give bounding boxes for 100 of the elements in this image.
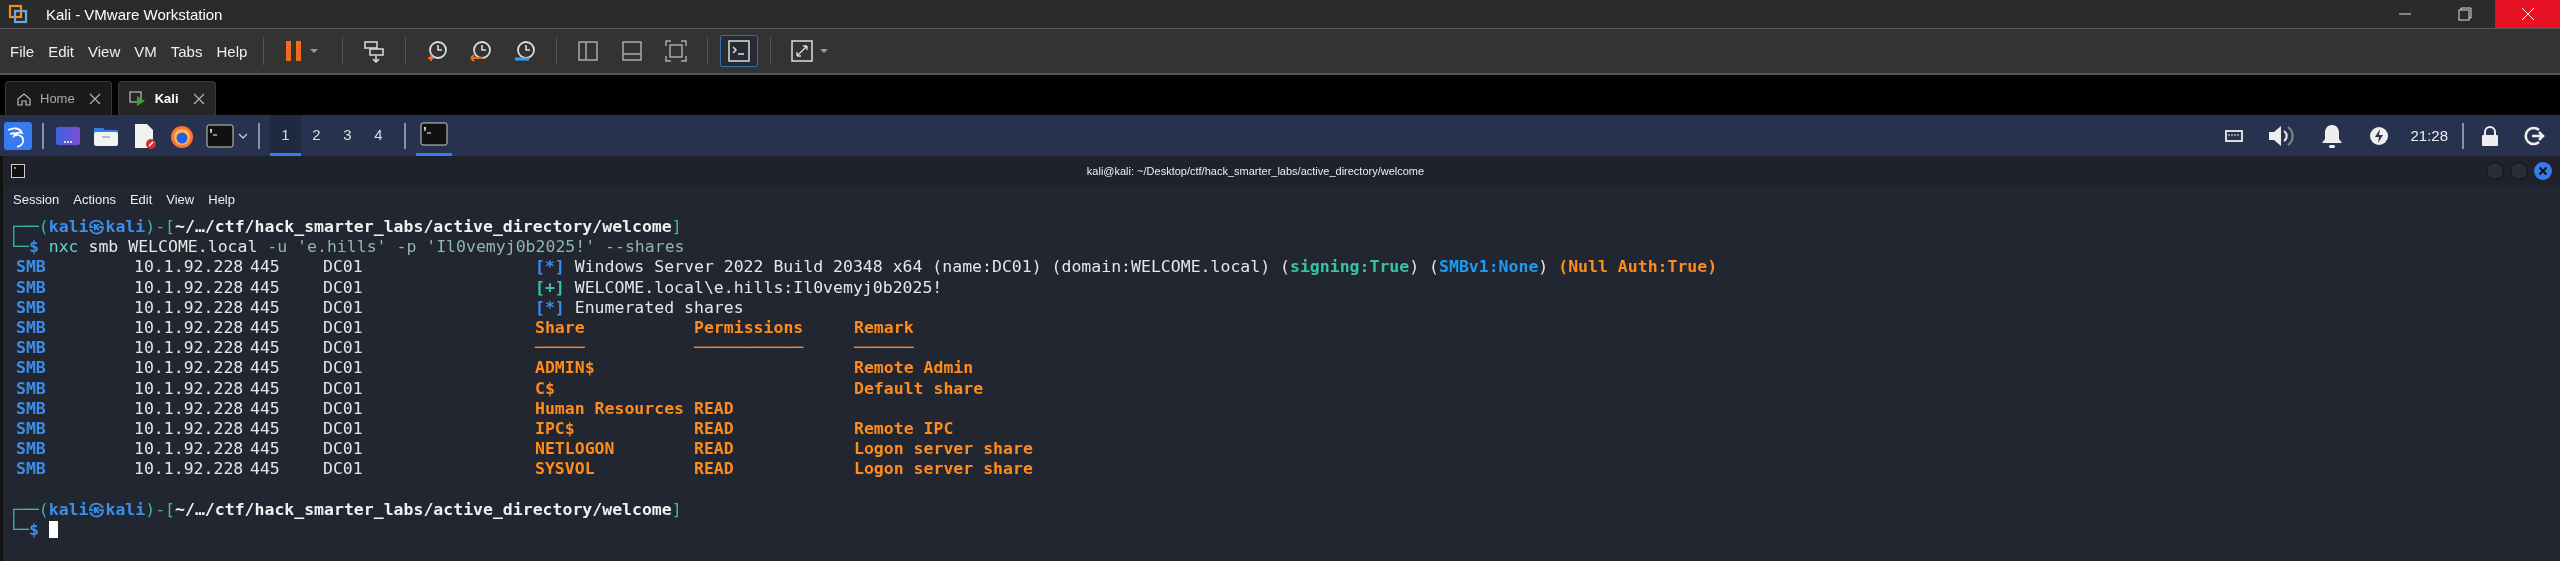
command-line: └─$ nxc smb WELCOME.local -u 'e.hills' -p 'Il0vemyj0b2025!' --shares — [9, 237, 686, 258]
port-cell-text: 445 — [250, 297, 281, 318]
host-cell-text: DC01 — [323, 358, 364, 379]
terminal-icon — [11, 164, 25, 178]
clock-arrow-icon — [469, 39, 494, 63]
ip-cell-text: 10.1.92.228 — [134, 297, 245, 318]
protocol-cell-text: SMB — [16, 439, 47, 460]
share-table-cell-text: IPC$ — [535, 418, 576, 440]
share-table-cell-text: READ — [694, 418, 735, 440]
share-table-cell-text: Remote Admin — [854, 358, 975, 379]
ip-cell-text: 10.1.92.228 — [134, 277, 245, 298]
tab[interactable]: Home — [5, 81, 112, 115]
share-table-cell-text: READ — [694, 398, 735, 419]
terminal-icon — [206, 123, 234, 148]
terminal-window-title: kali@kali: ~/Desktop/ctf/hack_smarter_labs/active_directory/welcome — [1085, 165, 1426, 177]
ip-cell-text: 10.1.92.228 — [134, 459, 245, 480]
status-message: [*] Windows Server 2022 Build 20348 x64 (name:DC01) (domain:WELCOME.local) (signing:True) (SMBv1:None) (Null Auth:True) — [535, 257, 1719, 278]
terminal-launcher[interactable] — [206, 123, 248, 148]
protocol-cell-text: SMB — [16, 378, 47, 399]
share-table-cell-text: READ — [694, 459, 735, 480]
fullscreen-icon — [664, 39, 689, 63]
ip-cell-text: 10.1.92.228 — [134, 257, 245, 278]
workspace-button[interactable]: 1 — [270, 115, 301, 156]
port-cell-text: 445 — [250, 338, 281, 359]
menu-item[interactable]: File — [6, 42, 39, 60]
share-table-cell-text: ADMIN$ — [535, 358, 596, 379]
menu-item[interactable]: Edit — [129, 191, 153, 207]
ip-cell-text: 10.1.92.228 — [134, 378, 245, 399]
host-cell-text: DC01 — [323, 439, 364, 460]
ip-cell-text: 10.1.92.228 — [134, 358, 245, 379]
ip-cell-text: 10.1.92.228 — [134, 418, 245, 440]
share-table-cell-text: READ — [694, 439, 735, 460]
port-cell-text: 445 — [250, 257, 281, 278]
dragon-logo-icon[interactable] — [4, 121, 32, 150]
protocol-cell-text: SMB — [16, 338, 47, 359]
protocol-cell-text: SMB — [16, 358, 47, 379]
prompt-symbol: └─$ — [9, 519, 39, 539]
host-cell-text: DC01 — [323, 459, 364, 480]
ip-cell-text: 10.1.92.228 — [134, 338, 245, 359]
share-table-cell-text: C$ — [535, 378, 556, 399]
menu-item[interactable]: View — [166, 191, 195, 207]
share-table-cell-text: ────── — [854, 338, 915, 359]
workspace-button[interactable]: 4 — [363, 115, 394, 156]
port-cell-text: 445 — [250, 398, 281, 419]
share-table-cell-text: NETLOGON — [535, 439, 616, 460]
menu-item[interactable]: Actions — [73, 191, 116, 207]
sidebar-layout-icon — [576, 39, 601, 63]
protocol-cell-text: SMB — [16, 297, 47, 318]
close-icon[interactable] — [192, 92, 205, 105]
app-logo-icon — [8, 4, 28, 24]
protocol-cell-text: SMB — [16, 277, 47, 298]
bottom-panel-layout-icon — [620, 39, 645, 63]
share-table-cell-text: Share — [535, 317, 586, 339]
toolbar-button[interactable] — [720, 35, 759, 67]
share-table-cell-text: Human Resources — [535, 398, 685, 419]
port-cell-text: 445 — [250, 378, 281, 399]
ip-cell-text: 10.1.92.228 — [134, 439, 245, 460]
text-cursor — [48, 520, 58, 538]
host-cell-text: DC01 — [323, 338, 364, 359]
power-icon[interactable] — [2368, 124, 2391, 147]
host-cell-text: DC01 — [323, 277, 364, 298]
port-cell-text: 445 — [250, 418, 281, 440]
close-icon[interactable] — [2534, 162, 2552, 180]
prompt-line: ┌──(kali㉿kali)-[~/…/ctf/hack_smarter_labs/active_directory/welcome] — [9, 499, 683, 520]
share-table-cell-text: ─────────── — [694, 338, 805, 359]
port-cell-text: 445 — [250, 459, 281, 480]
menu-item[interactable]: Help — [212, 42, 252, 60]
share-table-cell-text: Remark — [854, 317, 915, 339]
protocol-cell-text: SMB — [16, 459, 47, 480]
menu-item[interactable]: Help — [208, 191, 235, 207]
share-table-cell-text: Permissions — [694, 317, 805, 339]
menu-item[interactable]: VM — [130, 42, 161, 60]
window-title: Kali - VMware Workstation — [46, 5, 223, 23]
host-cell-text: DC01 — [323, 317, 364, 339]
status-message: [+] WELCOME.local\e.hills:Il0vemyj0b2025! — [535, 277, 944, 298]
share-table-cell-text: ───── — [535, 338, 586, 359]
clock-wrench-icon — [513, 39, 538, 63]
menu-item[interactable]: Session — [13, 191, 60, 207]
port-cell-text: 445 — [250, 317, 281, 339]
terminal-icon — [420, 122, 448, 146]
lock-icon[interactable] — [2480, 124, 2500, 147]
menu-item[interactable]: Tabs — [166, 42, 207, 60]
host-cell-text: DC01 — [323, 257, 364, 278]
workspace-button[interactable]: 3 — [332, 115, 363, 156]
menu-item[interactable]: Edit — [44, 42, 79, 60]
share-table-cell-text: Logon server share — [854, 439, 1034, 460]
tab[interactable]: Kali — [117, 81, 216, 115]
menu-item[interactable]: View — [84, 42, 125, 60]
share-table-cell-text: SYSVOL — [535, 459, 596, 480]
clock-plus-icon — [425, 39, 450, 63]
keyboard-send-icon — [362, 39, 387, 63]
clock[interactable]: 21:28 — [2410, 127, 2448, 144]
ip-cell-text: 10.1.92.228 — [134, 398, 245, 419]
close-icon[interactable] — [88, 92, 101, 105]
host-cell-text: DC01 — [323, 398, 364, 419]
protocol-cell-text: SMB — [16, 398, 47, 419]
workspace-button[interactable]: 2 — [301, 115, 332, 156]
status-message: [*] Enumerated shares — [535, 297, 745, 318]
host-cell-text: DC01 — [323, 418, 364, 440]
share-table-cell-text: Default share — [854, 378, 985, 399]
